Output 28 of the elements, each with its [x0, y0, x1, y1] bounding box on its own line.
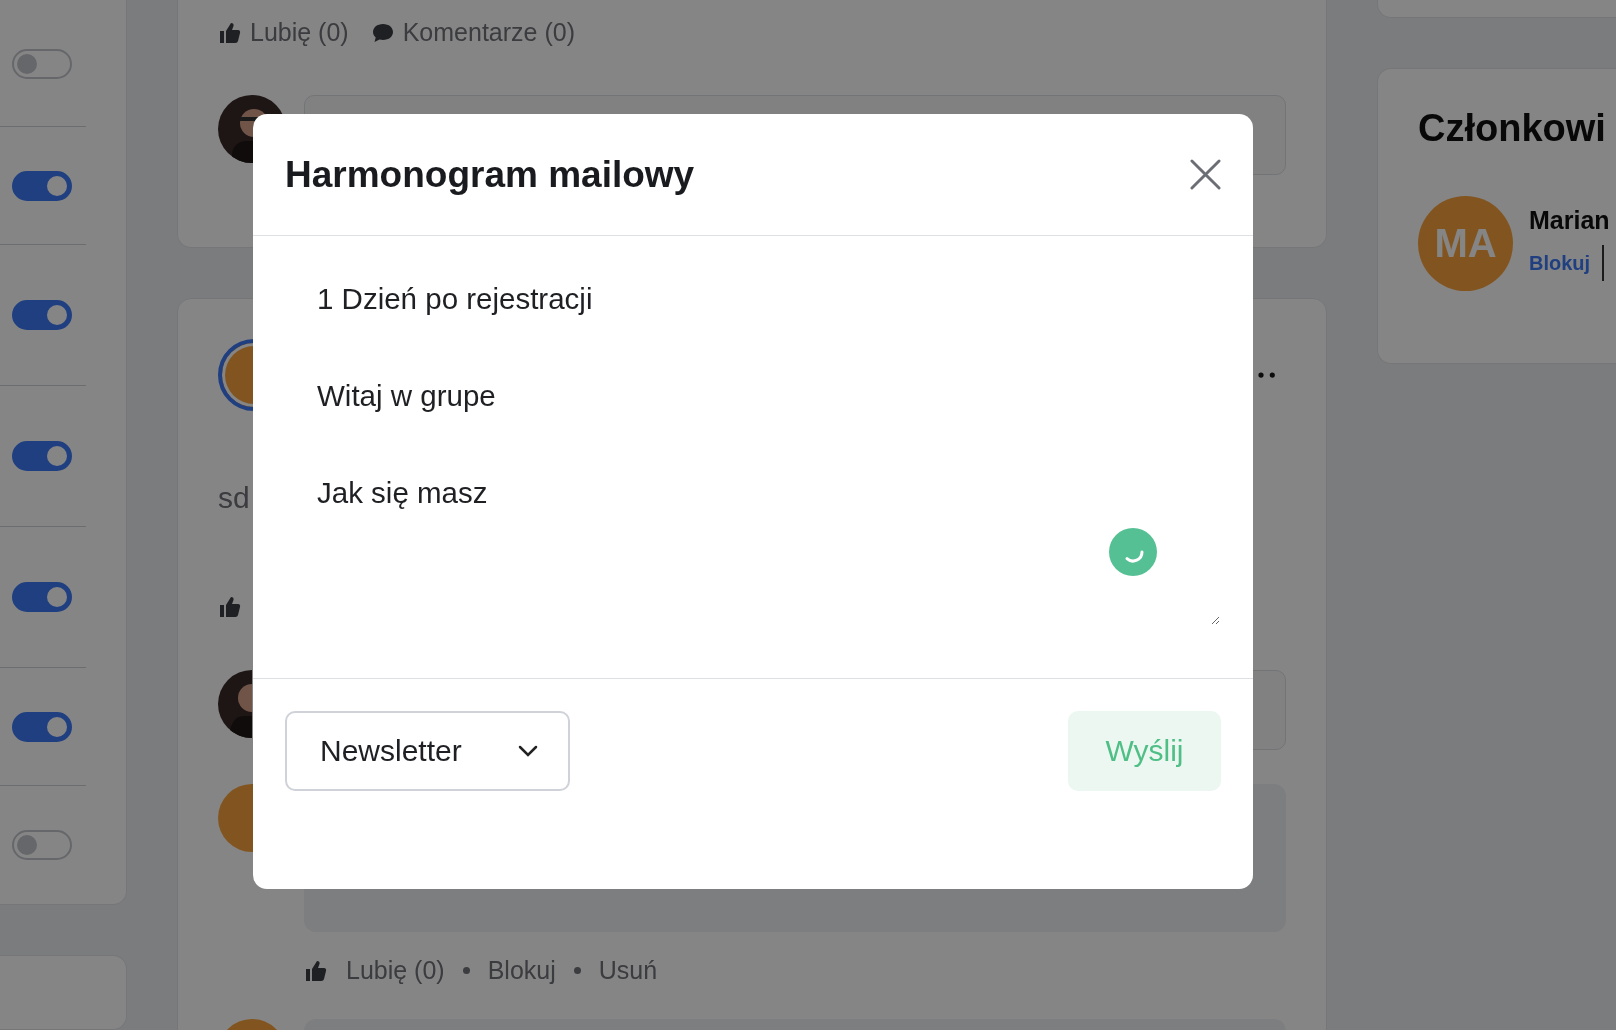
block-link[interactable]: Blokuj — [1529, 251, 1591, 275]
loading-icon — [1109, 528, 1157, 576]
action-link[interactable]: Komentarze (0) — [370, 18, 575, 47]
action-link[interactable]: Lubię (0) — [218, 18, 349, 47]
thumbs-up-icon — [218, 20, 242, 45]
toggle-switch[interactable] — [12, 170, 72, 201]
toggle-switch[interactable] — [12, 441, 72, 471]
action-link[interactable]: Blokuj — [487, 956, 556, 985]
card-title: Członkowi — [1418, 107, 1607, 150]
separator-dot — [573, 967, 581, 974]
member-name: Marian — [1529, 206, 1610, 235]
action-link[interactable]: Usuń — [598, 956, 658, 985]
action-link[interactable]: Lubię (0) — [346, 956, 445, 985]
send-button[interactable]: Wyślij — [1068, 711, 1221, 791]
toggle-switch[interactable] — [12, 711, 72, 742]
toggle-switch[interactable] — [12, 582, 72, 612]
toggle-switch[interactable] — [12, 300, 72, 330]
chevron-down-icon — [518, 745, 538, 757]
separator-dot — [462, 967, 470, 974]
member-avatar: MA — [1418, 196, 1513, 291]
toggle-switch[interactable] — [12, 48, 72, 79]
modal-title: Harmonogram mailowy — [285, 153, 695, 196]
thumbs-up-icon[interactable] — [304, 958, 328, 983]
post-text: sd — [218, 481, 250, 515]
thumbs-up-icon[interactable] — [218, 595, 242, 619]
list-select[interactable]: Newsletter — [285, 711, 570, 791]
toggle-switch[interactable] — [12, 830, 72, 860]
close-icon[interactable] — [1190, 159, 1221, 190]
